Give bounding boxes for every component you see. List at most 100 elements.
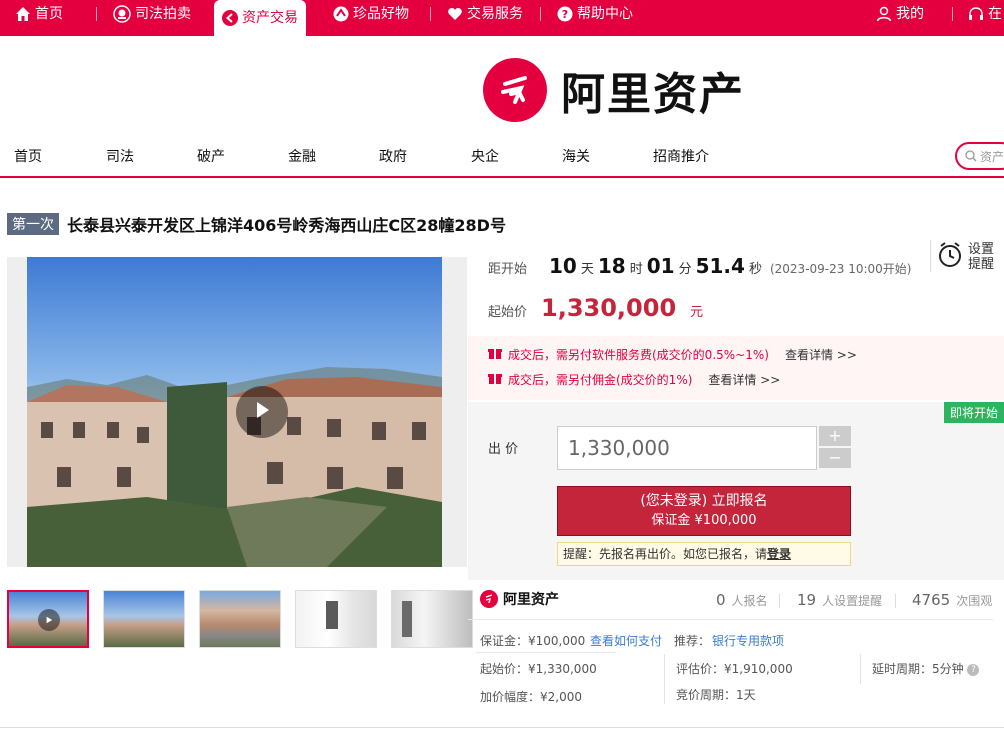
- register-button[interactable]: (您未登录) 立即报名 保证金 ¥100,000: [557, 486, 851, 536]
- increase-bid-button[interactable]: +: [819, 426, 851, 446]
- bid-label: 出 价: [488, 442, 519, 457]
- topnav-home-label: 首页: [35, 6, 63, 22]
- cat-investment[interactable]: 招商推介: [653, 146, 709, 166]
- start-price-row: 起始价 1,330,000 元: [488, 294, 703, 322]
- register-deposit-label: 保证金 ¥100,000: [651, 513, 757, 528]
- cat-customs[interactable]: 海关: [562, 146, 590, 166]
- thumbnail-5[interactable]: [391, 590, 473, 648]
- main-property-image[interactable]: [27, 257, 442, 567]
- seconds-unit: 秒: [748, 262, 762, 277]
- ali-asset-logo-icon: [480, 590, 498, 608]
- notice-text: 成交后，需另付软件服务费(成交价的0.5%~1%): [508, 348, 769, 362]
- tip-text: 提醒：先报名再出价。如您已报名，请: [563, 547, 768, 561]
- cat-government[interactable]: 政府: [379, 146, 407, 166]
- heart-icon: [447, 6, 463, 22]
- bank-fund-link[interactable]: 银行专用款项: [712, 632, 784, 649]
- hours-unit: 时: [629, 262, 643, 277]
- topnav-home[interactable]: 首页: [15, 0, 63, 28]
- status-badge: 即将开始: [943, 402, 1004, 423]
- topnav-asset-label: 资产交易: [242, 10, 298, 26]
- delay-period: 延时周期：5分钟 ?: [872, 660, 980, 677]
- signup-count-value: 0: [716, 591, 726, 609]
- countdown-minutes: 01: [646, 254, 675, 278]
- brand-logo[interactable]: 阿里资产: [483, 58, 745, 122]
- category-nav: 首页 司法 破产 金融 政府 央企 海关 招商推介: [0, 142, 1004, 178]
- topnav-help-label: 帮助中心: [577, 6, 633, 22]
- notice-detail-link[interactable]: 查看详情 >>: [785, 346, 857, 363]
- topnav-more-label: 在: [988, 6, 1002, 22]
- recommend-label: 推荐：: [674, 634, 711, 648]
- reminder-count-label: 人设置提醒: [822, 594, 883, 608]
- bid-price-input[interactable]: 1,330,000: [557, 426, 817, 470]
- notice-text: 成交后，需另付佣金(成交价的1%): [508, 373, 693, 387]
- topnav-divider: [430, 7, 431, 21]
- gift-icon: [488, 346, 502, 363]
- fee-notice-box: 成交后，需另付软件服务费(成交价的0.5%~1%) 查看详情 >> 成交后，需另…: [468, 336, 1004, 400]
- topnav-treasure[interactable]: 珍品好物: [333, 0, 409, 28]
- cat-central-enterprise[interactable]: 央企: [471, 146, 499, 166]
- start-price-unit: 元: [690, 305, 704, 320]
- countdown-seconds: 51.4: [695, 254, 745, 278]
- how-to-pay-link[interactable]: 查看如何支付: [590, 632, 662, 649]
- start-price-value: 1,330,000: [541, 294, 677, 322]
- reminder-label-line2: 提醒: [968, 257, 995, 272]
- deposit-text: 保证金：¥100,000: [480, 634, 586, 648]
- topnav-treasure-label: 珍品好物: [353, 6, 409, 22]
- appraisal-price: 评估价：¥1,910,000: [676, 662, 793, 676]
- topnav-judicial[interactable]: 司法拍卖: [113, 0, 191, 28]
- play-video-button[interactable]: [236, 386, 288, 438]
- increment-detail: 加价幅度：¥2,000: [480, 690, 582, 704]
- page-bottom-border: [0, 727, 1004, 728]
- countdown-label: 距开始: [488, 262, 528, 277]
- help-icon[interactable]: ?: [967, 663, 980, 676]
- days-unit: 天: [580, 262, 594, 277]
- column-divider: [860, 654, 861, 684]
- alarm-clock-icon: [938, 242, 962, 272]
- user-icon: [876, 6, 892, 22]
- cat-finance[interactable]: 金融: [288, 146, 316, 166]
- cat-judicial[interactable]: 司法: [106, 146, 134, 166]
- set-reminder-button[interactable]: 设置 提醒: [938, 242, 994, 272]
- seller-logo[interactable]: 阿里资产: [480, 589, 559, 609]
- stat-divider: [779, 594, 780, 608]
- start-price-detail: 起始价：¥1,330,000: [480, 662, 597, 676]
- bid-box: 即将开始 出 价 1,330,000 + − (您未登录) 立即报名 保证金 ¥…: [468, 402, 1004, 580]
- home-icon: [15, 6, 31, 22]
- login-tip: 提醒：先报名再出价。如您已报名，请登录: [557, 542, 851, 566]
- help-icon: ?: [557, 6, 573, 22]
- thumbnail-2[interactable]: [103, 590, 185, 648]
- cat-home[interactable]: 首页: [14, 146, 42, 166]
- countdown-row: 距开始 10 天 18 时 01 分 51.4 秒 (2023-09-23 10…: [488, 254, 911, 278]
- play-icon: [252, 400, 272, 424]
- topnav-more[interactable]: 在: [968, 0, 1002, 28]
- item-title-row: 第一次 长泰县兴泰开发区上锦洋406号岭秀海西山庄C区28幢28D号: [7, 212, 506, 236]
- notice-item: 成交后，需另付软件服务费(成交价的0.5%~1%) 查看详情 >>: [488, 346, 857, 363]
- search-icon: [965, 150, 977, 162]
- login-link[interactable]: 登录: [767, 547, 791, 561]
- notice-item: 成交后，需另付佣金(成交价的1%) 查看详情 >>: [488, 371, 780, 388]
- ali-asset-logo-icon: [483, 58, 547, 122]
- thumbnail-4[interactable]: [295, 590, 377, 648]
- cat-bankruptcy[interactable]: 破产: [197, 146, 225, 166]
- topnav-help[interactable]: ? 帮助中心: [557, 0, 633, 28]
- play-icon: [38, 609, 60, 631]
- countdown-hours: 18: [597, 254, 626, 278]
- view-count-label: 次围观: [956, 594, 993, 608]
- svg-text:?: ?: [562, 8, 568, 21]
- bid-cycle: 竞价周期：1天: [676, 688, 756, 702]
- view-count-value: 4765: [912, 591, 951, 609]
- decrease-bid-button[interactable]: −: [819, 448, 851, 468]
- search-input[interactable]: 资产: [955, 142, 1004, 170]
- topnav-service[interactable]: 交易服务: [447, 0, 523, 28]
- start-time-note: (2023-09-23 10:00开始): [769, 262, 912, 276]
- asset-icon: [222, 10, 238, 26]
- minutes-unit: 分: [678, 262, 692, 277]
- topnav-my-label: 我的: [896, 6, 924, 22]
- column-divider: [664, 654, 665, 704]
- thumbnail-3[interactable]: [199, 590, 281, 648]
- topnav-my[interactable]: 我的: [876, 0, 924, 28]
- notice-detail-link[interactable]: 查看详情 >>: [708, 371, 780, 388]
- gem-icon: [333, 6, 349, 22]
- topnav-asset[interactable]: 资产交易: [214, 0, 306, 36]
- thumbnail-1[interactable]: [7, 590, 89, 648]
